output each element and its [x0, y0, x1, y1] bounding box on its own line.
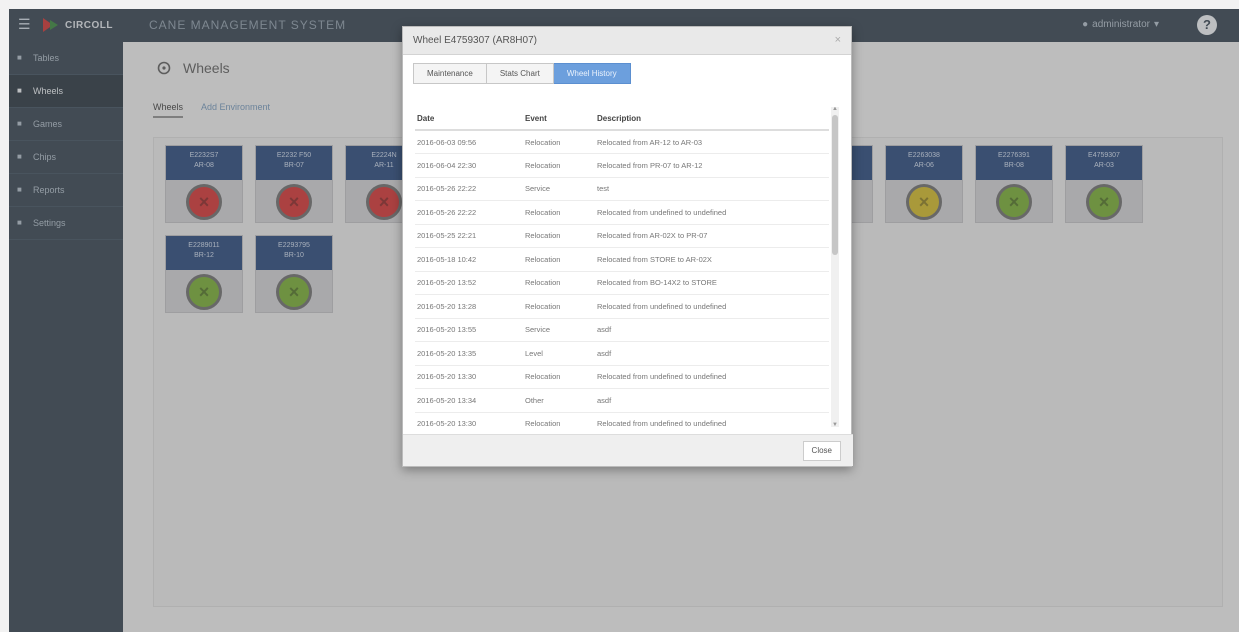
cell-event: Level — [523, 341, 595, 366]
cell-description: Relocated from AR-12 to AR-03 — [595, 130, 829, 154]
cell-event: Other — [523, 388, 595, 413]
cell-description: Relocated from undefined to undefined — [595, 200, 829, 225]
cell-date: 2016-05-20 13:30 — [415, 365, 523, 389]
scroll-thumb[interactable] — [832, 115, 838, 255]
cell-description: asdf — [595, 318, 829, 342]
cell-date: 2016-06-03 09:56 — [415, 130, 523, 154]
cell-description: Relocated from PR-07 to AR-12 — [595, 153, 829, 178]
scroll-down-icon[interactable]: ▼ — [832, 422, 838, 427]
cell-event: Service — [523, 318, 595, 342]
table-row: 2016-05-20 13:35 Level asdf — [415, 341, 829, 366]
table-row: 2016-05-26 22:22 Service test — [415, 177, 829, 201]
table-row: 2016-06-03 09:56 Relocation Relocated from… — [415, 130, 829, 154]
cell-date: 2016-05-20 13:28 — [415, 294, 523, 319]
table-row: 2016-05-20 13:34 Other asdf — [415, 388, 829, 413]
table-row: 2016-05-18 10:42 Relocation Relocated from… — [415, 247, 829, 272]
table-row: 2016-05-20 13:55 Service asdf — [415, 318, 829, 342]
cell-event: Relocation — [523, 153, 595, 178]
scroll-up-icon[interactable]: ▲ — [832, 107, 838, 112]
cell-description: Relocated from STORE to AR-02X — [595, 247, 829, 272]
cell-date: 2016-05-20 13:55 — [415, 318, 523, 342]
column-header-description[interactable]: Description — [595, 107, 829, 131]
cell-date: 2016-05-20 13:52 — [415, 271, 523, 295]
cell-date: 2016-05-18 10:42 — [415, 247, 523, 272]
wheel-history-button[interactable]: Wheel History — [553, 63, 631, 84]
modal-header: Wheel E4759307 (AR8H07) × — [403, 27, 851, 55]
cell-description: Relocated from undefined to undefined — [595, 294, 829, 319]
table-row: 2016-05-20 13:30 Relocation Relocated from… — [415, 412, 829, 427]
table-header-row: Date Event Description — [415, 107, 829, 131]
cell-event: Relocation — [523, 224, 595, 248]
cell-description: asdf — [595, 388, 829, 413]
cell-event: Relocation — [523, 247, 595, 272]
table-scrollbar[interactable]: ▲ ▼ — [831, 107, 839, 427]
cell-date: 2016-05-20 13:30 — [415, 412, 523, 427]
stats-chart-button[interactable]: Stats Chart — [486, 63, 554, 84]
column-header-date[interactable]: Date — [415, 107, 523, 131]
table-row: 2016-05-20 13:30 Relocation Relocated from… — [415, 365, 829, 389]
history-table: Date Event Description 2016-06-03 09:56 R… — [415, 107, 829, 427]
cell-event: Relocation — [523, 200, 595, 225]
cell-description: test — [595, 177, 829, 201]
cell-description: Relocated from BO-14X2 to STORE — [595, 271, 829, 295]
cell-date: 2016-05-26 22:22 — [415, 177, 523, 201]
cell-event: Relocation — [523, 365, 595, 389]
wheel-history-modal: Wheel E4759307 (AR8H07) × Maintenance St… — [402, 26, 853, 467]
cell-date: 2016-05-20 13:35 — [415, 341, 523, 366]
table-row: 2016-05-26 22:22 Relocation Relocated from… — [415, 200, 829, 225]
cell-event: Service — [523, 177, 595, 201]
cell-date: 2016-06-04 22:30 — [415, 153, 523, 178]
column-header-event[interactable]: Event — [523, 107, 595, 131]
table-row: 2016-05-20 13:52 Relocation Relocated from… — [415, 271, 829, 295]
close-button[interactable]: Close — [802, 441, 841, 461]
cell-event: Relocation — [523, 271, 595, 295]
table-row: 2016-05-25 22:21 Relocation Relocated from… — [415, 224, 829, 248]
modal-footer: Close — [403, 434, 853, 466]
cell-date: 2016-05-25 22:21 — [415, 224, 523, 248]
modal-title: Wheel E4759307 (AR8H07) — [413, 35, 537, 46]
cell-event: Relocation — [523, 130, 595, 154]
modal-button-group: Maintenance Stats Chart Wheel History — [413, 63, 631, 84]
cell-description: Relocated from undefined to undefined — [595, 412, 829, 427]
cell-event: Relocation — [523, 412, 595, 427]
cell-event: Relocation — [523, 294, 595, 319]
cell-date: 2016-05-20 13:34 — [415, 388, 523, 413]
table-row: 2016-06-04 22:30 Relocation Relocated from… — [415, 153, 829, 178]
app-window: ☰ CIRCOLL CANE MANAGEMENT SYSTEM ● admin… — [9, 9, 1239, 632]
cell-date: 2016-05-26 22:22 — [415, 200, 523, 225]
table-row: 2016-05-20 13:28 Relocation Relocated from… — [415, 294, 829, 319]
history-table-container: Date Event Description 2016-06-03 09:56 R… — [415, 107, 839, 427]
cell-description: Relocated from undefined to undefined — [595, 365, 829, 389]
cell-description: asdf — [595, 341, 829, 366]
cell-description: Relocated from AR-02X to PR-07 — [595, 224, 829, 248]
close-icon[interactable]: × — [835, 34, 841, 46]
maintenance-button[interactable]: Maintenance — [413, 63, 487, 84]
